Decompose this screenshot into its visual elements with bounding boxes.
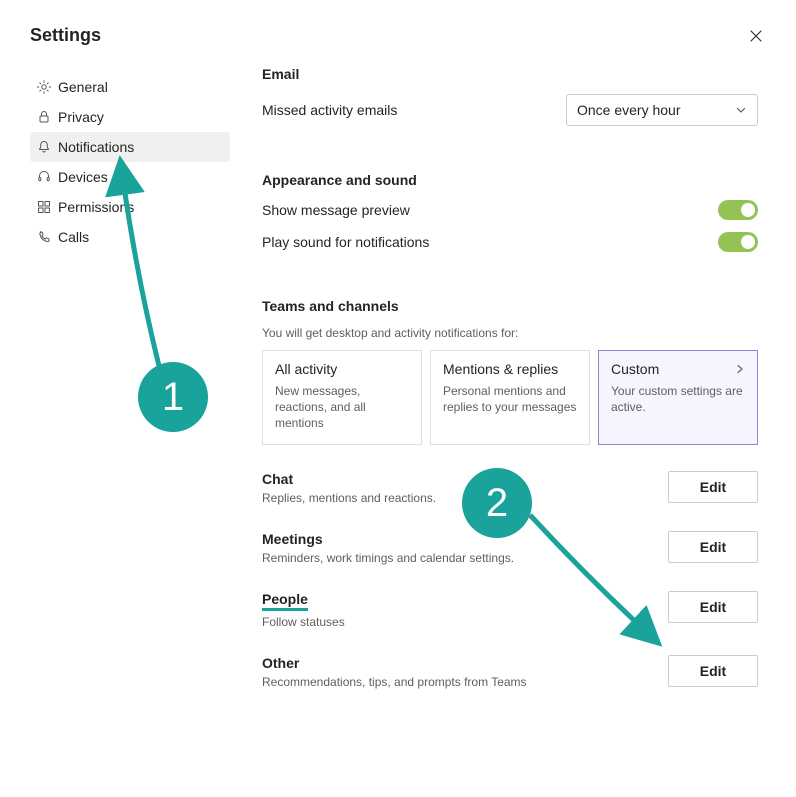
group-title-people: People xyxy=(262,591,308,611)
edit-button-meetings[interactable]: Edit xyxy=(668,531,758,563)
group-other: Other Recommendations, tips, and prompts… xyxy=(262,655,758,689)
group-desc-chat: Replies, mentions and reactions. xyxy=(262,491,656,505)
missed-activity-select[interactable]: Once every hour xyxy=(566,94,758,126)
card-title: Custom xyxy=(611,361,659,377)
show-preview-label: Show message preview xyxy=(262,202,410,218)
group-desc-other: Recommendations, tips, and prompts from … xyxy=(262,675,656,689)
section-heading-email: Email xyxy=(262,66,758,82)
headset-icon xyxy=(30,169,58,185)
sidebar-item-label: Devices xyxy=(58,169,108,185)
chevron-down-icon xyxy=(735,104,747,116)
group-meetings: Meetings Reminders, work timings and cal… xyxy=(262,531,758,565)
sidebar-item-devices[interactable]: Devices xyxy=(30,162,230,192)
show-preview-toggle[interactable] xyxy=(718,200,758,220)
edit-button-other[interactable]: Edit xyxy=(668,655,758,687)
sidebar-item-general[interactable]: General xyxy=(30,72,230,102)
sidebar-item-label: Notifications xyxy=(58,139,134,155)
group-title-chat: Chat xyxy=(262,471,656,487)
edit-button-chat[interactable]: Edit xyxy=(668,471,758,503)
sidebar: General Privacy Notifications Devices xyxy=(30,66,230,777)
select-value: Once every hour xyxy=(577,102,681,118)
page-title: Settings xyxy=(30,25,101,46)
section-heading-appearance: Appearance and sound xyxy=(262,172,758,188)
sidebar-item-notifications[interactable]: Notifications xyxy=(30,132,230,162)
card-title: Mentions & replies xyxy=(443,361,558,377)
play-sound-label: Play sound for notifications xyxy=(262,234,429,250)
group-title-meetings: Meetings xyxy=(262,531,656,547)
sidebar-item-label: Privacy xyxy=(58,109,104,125)
lock-icon xyxy=(30,109,58,125)
settings-content: Email Missed activity emails Once every … xyxy=(230,66,766,777)
card-mentions-replies[interactable]: Mentions & replies Personal mentions and… xyxy=(430,350,590,445)
group-chat: Chat Replies, mentions and reactions. Ed… xyxy=(262,471,758,505)
group-people: People Follow statuses Edit xyxy=(262,591,758,629)
sidebar-item-permissions[interactable]: Permissions xyxy=(30,192,230,222)
gear-icon xyxy=(30,79,58,95)
card-all-activity[interactable]: All activity New messages, reactions, an… xyxy=(262,350,422,445)
sidebar-item-label: General xyxy=(58,79,108,95)
card-desc: Your custom settings are active. xyxy=(611,383,745,415)
missed-activity-label: Missed activity emails xyxy=(262,102,397,118)
group-title-other: Other xyxy=(262,655,656,671)
group-desc-meetings: Reminders, work timings and calendar set… xyxy=(262,551,656,565)
phone-icon xyxy=(30,229,58,245)
close-button[interactable] xyxy=(746,26,766,46)
bell-icon xyxy=(30,139,58,155)
apps-icon xyxy=(30,199,58,215)
edit-button-people[interactable]: Edit xyxy=(668,591,758,623)
sidebar-item-label: Calls xyxy=(58,229,89,245)
card-title: All activity xyxy=(275,361,337,377)
card-custom[interactable]: Custom Your custom settings are active. xyxy=(598,350,758,445)
section-heading-teams: Teams and channels xyxy=(262,298,758,314)
chevron-right-icon xyxy=(735,364,745,374)
card-desc: Personal mentions and replies to your me… xyxy=(443,383,577,415)
group-desc-people: Follow statuses xyxy=(262,615,656,629)
sidebar-item-label: Permissions xyxy=(58,199,134,215)
card-desc: New messages, reactions, and all mention… xyxy=(275,383,409,432)
play-sound-toggle[interactable] xyxy=(718,232,758,252)
sidebar-item-calls[interactable]: Calls xyxy=(30,222,230,252)
sidebar-item-privacy[interactable]: Privacy xyxy=(30,102,230,132)
teams-subtext: You will get desktop and activity notifi… xyxy=(262,326,758,340)
